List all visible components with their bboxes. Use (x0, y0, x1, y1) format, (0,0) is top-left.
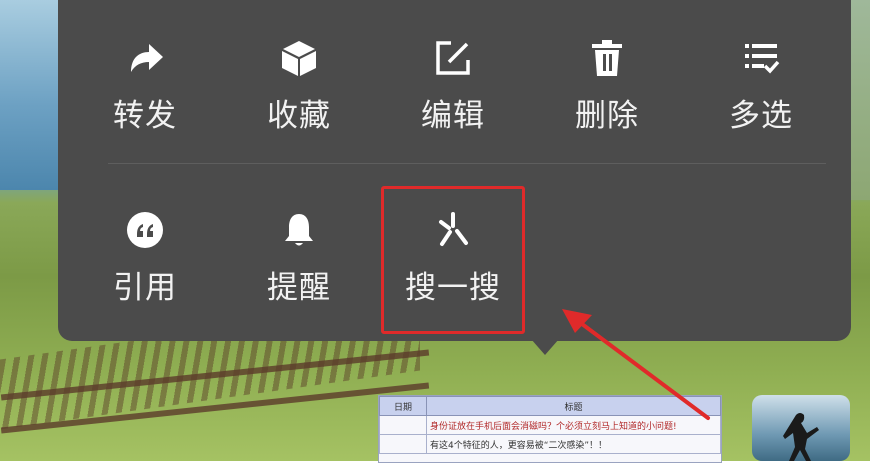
forward-arrow-icon (123, 36, 167, 80)
avatar-photo[interactable] (752, 395, 850, 461)
table-header-title: 标题 (426, 396, 721, 416)
table-row: 有这4个特征的人，更容易被“二次感染”！！ (379, 434, 721, 454)
menu-divider (108, 163, 826, 164)
menu-item-label: 多选 (729, 98, 793, 134)
background-sea (0, 0, 60, 190)
menu-item-quote[interactable]: 引用 (70, 208, 220, 328)
person-silhouette-icon (783, 413, 819, 461)
table-header-date: 日期 (379, 396, 427, 416)
menu-item-edit[interactable]: 编辑 (378, 36, 528, 156)
menu-item-favorite[interactable]: 收藏 (224, 36, 374, 156)
menu-item-label: 删除 (575, 98, 639, 134)
table-row: 身份证放在手机后面会消磁吗？个必须立刻马上知道的小问题! (379, 415, 721, 435)
menu-item-forward[interactable]: 转发 (70, 36, 220, 156)
menu-pointer (531, 339, 559, 355)
quote-icon (123, 208, 167, 252)
trash-icon (585, 36, 629, 80)
menu-item-label: 编辑 (421, 98, 485, 134)
menu-item-remind[interactable]: 提醒 (224, 208, 374, 328)
menu-item-label: 引用 (113, 270, 177, 306)
bell-icon (277, 208, 321, 252)
menu-item-multi-select[interactable]: 多选 (686, 36, 836, 156)
edit-icon (431, 36, 475, 80)
highlight-box (381, 186, 525, 334)
menu-item-label: 提醒 (267, 270, 331, 306)
menu-item-label: 转发 (113, 98, 177, 134)
menu-item-label: 收藏 (267, 98, 331, 134)
menu-item-delete[interactable]: 删除 (532, 36, 682, 156)
table-image-message[interactable]: 日期 标题 身份证放在手机后面会消磁吗？个必须立刻马上知道的小问题! 有这4个特… (378, 395, 722, 463)
cube-icon (277, 36, 321, 80)
multi-select-icon (739, 36, 783, 80)
